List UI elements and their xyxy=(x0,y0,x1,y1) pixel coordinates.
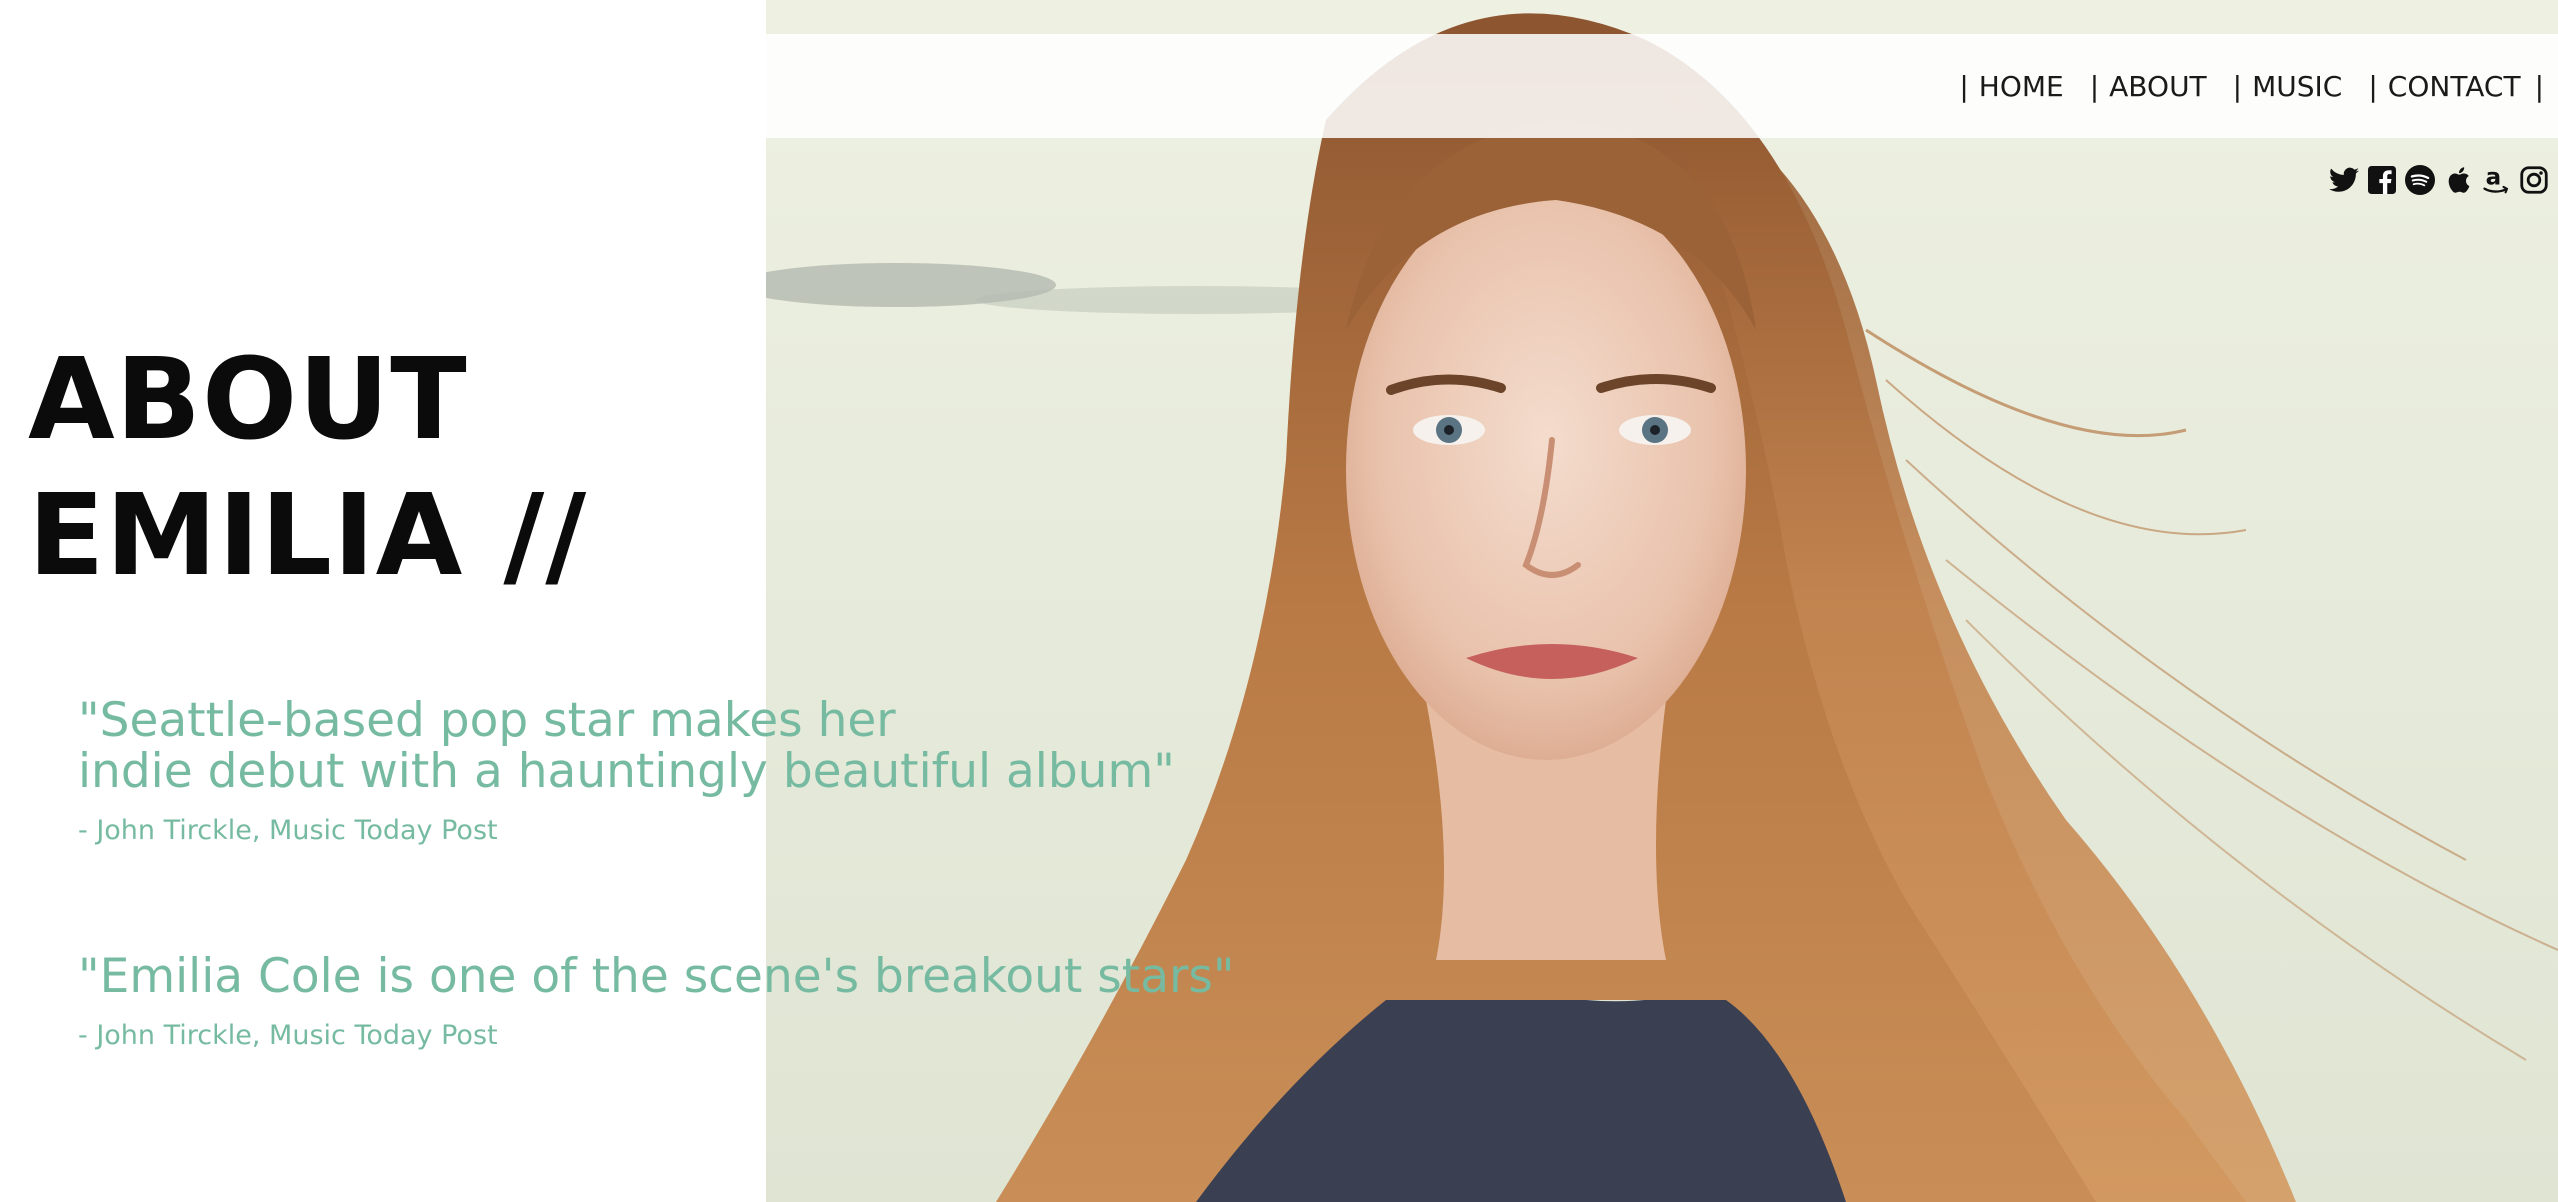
nav-music-label[interactable]: MUSIC xyxy=(2252,70,2342,103)
social-links: a xyxy=(2328,164,2550,196)
press-quote: "Seattle-based pop star makes her indie … xyxy=(78,695,1175,846)
apple-icon[interactable] xyxy=(2442,164,2474,196)
nav-home-label[interactable]: HOME xyxy=(1979,70,2064,103)
nav-separator: | xyxy=(2232,69,2243,103)
quote-line: "Emilia Cole is one of the scene's break… xyxy=(78,949,1235,1004)
facebook-icon[interactable] xyxy=(2366,164,2398,196)
nav-contact-label[interactable]: CONTACT xyxy=(2388,70,2521,103)
nav-separator: | xyxy=(2368,69,2378,103)
quote-source: - John Tirckle, Music Today Post xyxy=(78,815,498,846)
nav-about-label[interactable]: ABOUT xyxy=(2109,70,2207,103)
page-title-line2: EMILIA // xyxy=(28,471,588,601)
svg-text:a: a xyxy=(2486,165,2502,191)
nav-home[interactable]: | HOME xyxy=(1959,70,2063,103)
spotify-icon[interactable] xyxy=(2404,164,2436,196)
quote-line: "Seattle-based pop star makes her xyxy=(78,693,896,748)
nav-music[interactable]: | MUSIC xyxy=(2233,70,2343,103)
quote-text: "Emilia Cole is one of the scene's break… xyxy=(78,951,1234,1002)
quote-line: indie debut with a hauntingly beautiful … xyxy=(78,744,1175,799)
page-title-line1: ABOUT xyxy=(28,335,468,465)
main-nav: | HOME | ABOUT | MUSIC | CONTACT | xyxy=(1933,34,2544,138)
nav-separator: | xyxy=(2089,69,2100,103)
nav-about[interactable]: | ABOUT xyxy=(2090,70,2207,103)
instagram-icon[interactable] xyxy=(2518,164,2550,196)
quote-source: - John Tirckle, Music Today Post xyxy=(78,1020,498,1051)
quote-text: "Seattle-based pop star makes her indie … xyxy=(78,695,1175,797)
twitter-icon[interactable] xyxy=(2328,164,2360,196)
press-quote: "Emilia Cole is one of the scene's break… xyxy=(78,951,1234,1051)
page-title: ABOUT EMILIA // xyxy=(28,332,587,604)
nav-separator: | xyxy=(1959,69,1969,103)
nav-contact[interactable]: | CONTACT | xyxy=(2368,70,2544,103)
amazon-icon[interactable]: a xyxy=(2480,164,2512,196)
nav-separator-end: | xyxy=(2534,69,2544,103)
